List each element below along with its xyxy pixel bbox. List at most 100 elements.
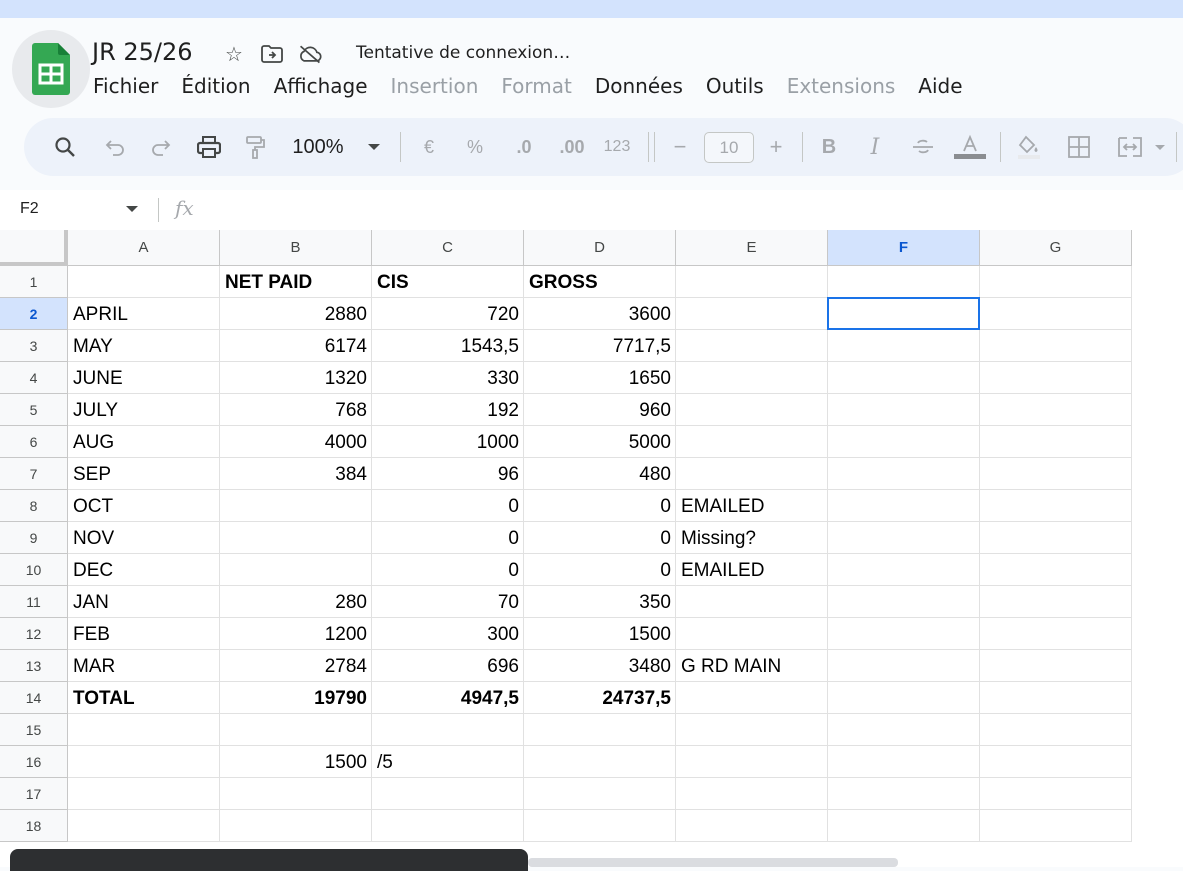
cell-f11[interactable] bbox=[828, 586, 980, 618]
row-header-2[interactable]: 2 bbox=[0, 298, 68, 330]
cell-e3[interactable] bbox=[676, 330, 828, 362]
cell-c4[interactable]: 330 bbox=[372, 362, 524, 394]
row-header-7[interactable]: 7 bbox=[0, 458, 68, 490]
column-header-g[interactable]: G bbox=[980, 230, 1132, 266]
document-title[interactable]: JR 25/26 bbox=[92, 38, 193, 66]
cell-a16[interactable] bbox=[68, 746, 220, 778]
cell-f7[interactable] bbox=[828, 458, 980, 490]
row-header-16[interactable]: 16 bbox=[0, 746, 68, 778]
undo-icon[interactable] bbox=[100, 118, 130, 176]
cell-b2[interactable]: 2880 bbox=[220, 298, 372, 330]
cell-g14[interactable] bbox=[980, 682, 1132, 714]
cell-d14[interactable]: 24737,5 bbox=[524, 682, 676, 714]
row-header-14[interactable]: 14 bbox=[0, 682, 68, 714]
star-icon[interactable]: ☆ bbox=[222, 42, 246, 66]
cell-b5[interactable]: 768 bbox=[220, 394, 372, 426]
cell-f14[interactable] bbox=[828, 682, 980, 714]
cell-e4[interactable] bbox=[676, 362, 828, 394]
cell-b3[interactable]: 6174 bbox=[220, 330, 372, 362]
row-header-5[interactable]: 5 bbox=[0, 394, 68, 426]
cell-d18[interactable] bbox=[524, 810, 676, 842]
cell-b16[interactable]: 1500 bbox=[220, 746, 372, 778]
cell-d13[interactable]: 3480 bbox=[524, 650, 676, 682]
cell-g6[interactable] bbox=[980, 426, 1132, 458]
cell-e10[interactable]: EMAILED bbox=[676, 554, 828, 586]
row-header-17[interactable]: 17 bbox=[0, 778, 68, 810]
strikethrough-icon[interactable] bbox=[908, 118, 938, 176]
cell-g12[interactable] bbox=[980, 618, 1132, 650]
cell-d8[interactable]: 0 bbox=[524, 490, 676, 522]
cell-c7[interactable]: 96 bbox=[372, 458, 524, 490]
column-header-e[interactable]: E bbox=[676, 230, 828, 266]
row-header-8[interactable]: 8 bbox=[0, 490, 68, 522]
cell-f10[interactable] bbox=[828, 554, 980, 586]
cell-c9[interactable]: 0 bbox=[372, 522, 524, 554]
cell-a6[interactable]: AUG bbox=[68, 426, 220, 458]
cell-b12[interactable]: 1200 bbox=[220, 618, 372, 650]
cell-e16[interactable] bbox=[676, 746, 828, 778]
cell-a10[interactable]: DEC bbox=[68, 554, 220, 586]
cell-f12[interactable] bbox=[828, 618, 980, 650]
cell-d15[interactable] bbox=[524, 714, 676, 746]
cell-a12[interactable]: FEB bbox=[68, 618, 220, 650]
row-header-9[interactable]: 9 bbox=[0, 522, 68, 554]
menu-affichage[interactable]: Affichage bbox=[274, 74, 368, 98]
cell-f5[interactable] bbox=[828, 394, 980, 426]
cell-g4[interactable] bbox=[980, 362, 1132, 394]
cell-b10[interactable] bbox=[220, 554, 372, 586]
cell-f16[interactable] bbox=[828, 746, 980, 778]
cell-a14[interactable]: TOTAL bbox=[68, 682, 220, 714]
row-header-3[interactable]: 3 bbox=[0, 330, 68, 362]
move-to-folder-icon[interactable] bbox=[260, 42, 284, 66]
bold-button[interactable]: B bbox=[816, 118, 842, 176]
cell-b7[interactable]: 384 bbox=[220, 458, 372, 490]
cell-b18[interactable] bbox=[220, 810, 372, 842]
percent-format-button[interactable]: % bbox=[460, 118, 490, 176]
paint-format-icon[interactable] bbox=[240, 118, 270, 176]
cell-c16[interactable]: /5 bbox=[372, 746, 524, 778]
cell-e15[interactable] bbox=[676, 714, 828, 746]
cell-d16[interactable] bbox=[524, 746, 676, 778]
cell-c5[interactable]: 192 bbox=[372, 394, 524, 426]
cell-b9[interactable] bbox=[220, 522, 372, 554]
column-header-f[interactable]: F bbox=[828, 230, 980, 266]
font-size-increase-button[interactable]: + bbox=[764, 118, 788, 176]
cell-g17[interactable] bbox=[980, 778, 1132, 810]
cell-e9[interactable]: Missing? bbox=[676, 522, 828, 554]
zoom-select[interactable]: 100% bbox=[286, 118, 350, 176]
decrease-decimal-button[interactable]: .0 bbox=[506, 118, 542, 176]
cell-a15[interactable] bbox=[68, 714, 220, 746]
cell-d10[interactable]: 0 bbox=[524, 554, 676, 586]
cell-g16[interactable] bbox=[980, 746, 1132, 778]
cell-b1[interactable]: NET PAID bbox=[220, 266, 372, 298]
print-icon[interactable] bbox=[194, 118, 224, 176]
row-header-12[interactable]: 12 bbox=[0, 618, 68, 650]
cell-d11[interactable]: 350 bbox=[524, 586, 676, 618]
redo-icon[interactable] bbox=[146, 118, 176, 176]
cell-f8[interactable] bbox=[828, 490, 980, 522]
merge-cells-icon[interactable] bbox=[1114, 118, 1146, 176]
cell-e2[interactable] bbox=[676, 298, 828, 330]
cell-g2[interactable] bbox=[980, 298, 1132, 330]
cell-d9[interactable]: 0 bbox=[524, 522, 676, 554]
cell-g7[interactable] bbox=[980, 458, 1132, 490]
cell-b14[interactable]: 19790 bbox=[220, 682, 372, 714]
cell-c17[interactable] bbox=[372, 778, 524, 810]
fill-color-icon[interactable] bbox=[1014, 118, 1044, 176]
cell-a9[interactable]: NOV bbox=[68, 522, 220, 554]
cloud-offline-icon[interactable] bbox=[298, 42, 322, 66]
row-header-6[interactable]: 6 bbox=[0, 426, 68, 458]
cell-a18[interactable] bbox=[68, 810, 220, 842]
menu-outils[interactable]: Outils bbox=[706, 74, 764, 98]
name-box-dropdown-icon[interactable] bbox=[126, 206, 138, 212]
cell-d5[interactable]: 960 bbox=[524, 394, 676, 426]
italic-button[interactable]: I bbox=[862, 118, 888, 176]
sheets-logo[interactable] bbox=[12, 30, 90, 108]
row-header-11[interactable]: 11 bbox=[0, 586, 68, 618]
cell-c18[interactable] bbox=[372, 810, 524, 842]
cell-c15[interactable] bbox=[372, 714, 524, 746]
cell-e6[interactable] bbox=[676, 426, 828, 458]
cell-f6[interactable] bbox=[828, 426, 980, 458]
cell-c14[interactable]: 4947,5 bbox=[372, 682, 524, 714]
menu-edition[interactable]: Édition bbox=[181, 74, 250, 98]
